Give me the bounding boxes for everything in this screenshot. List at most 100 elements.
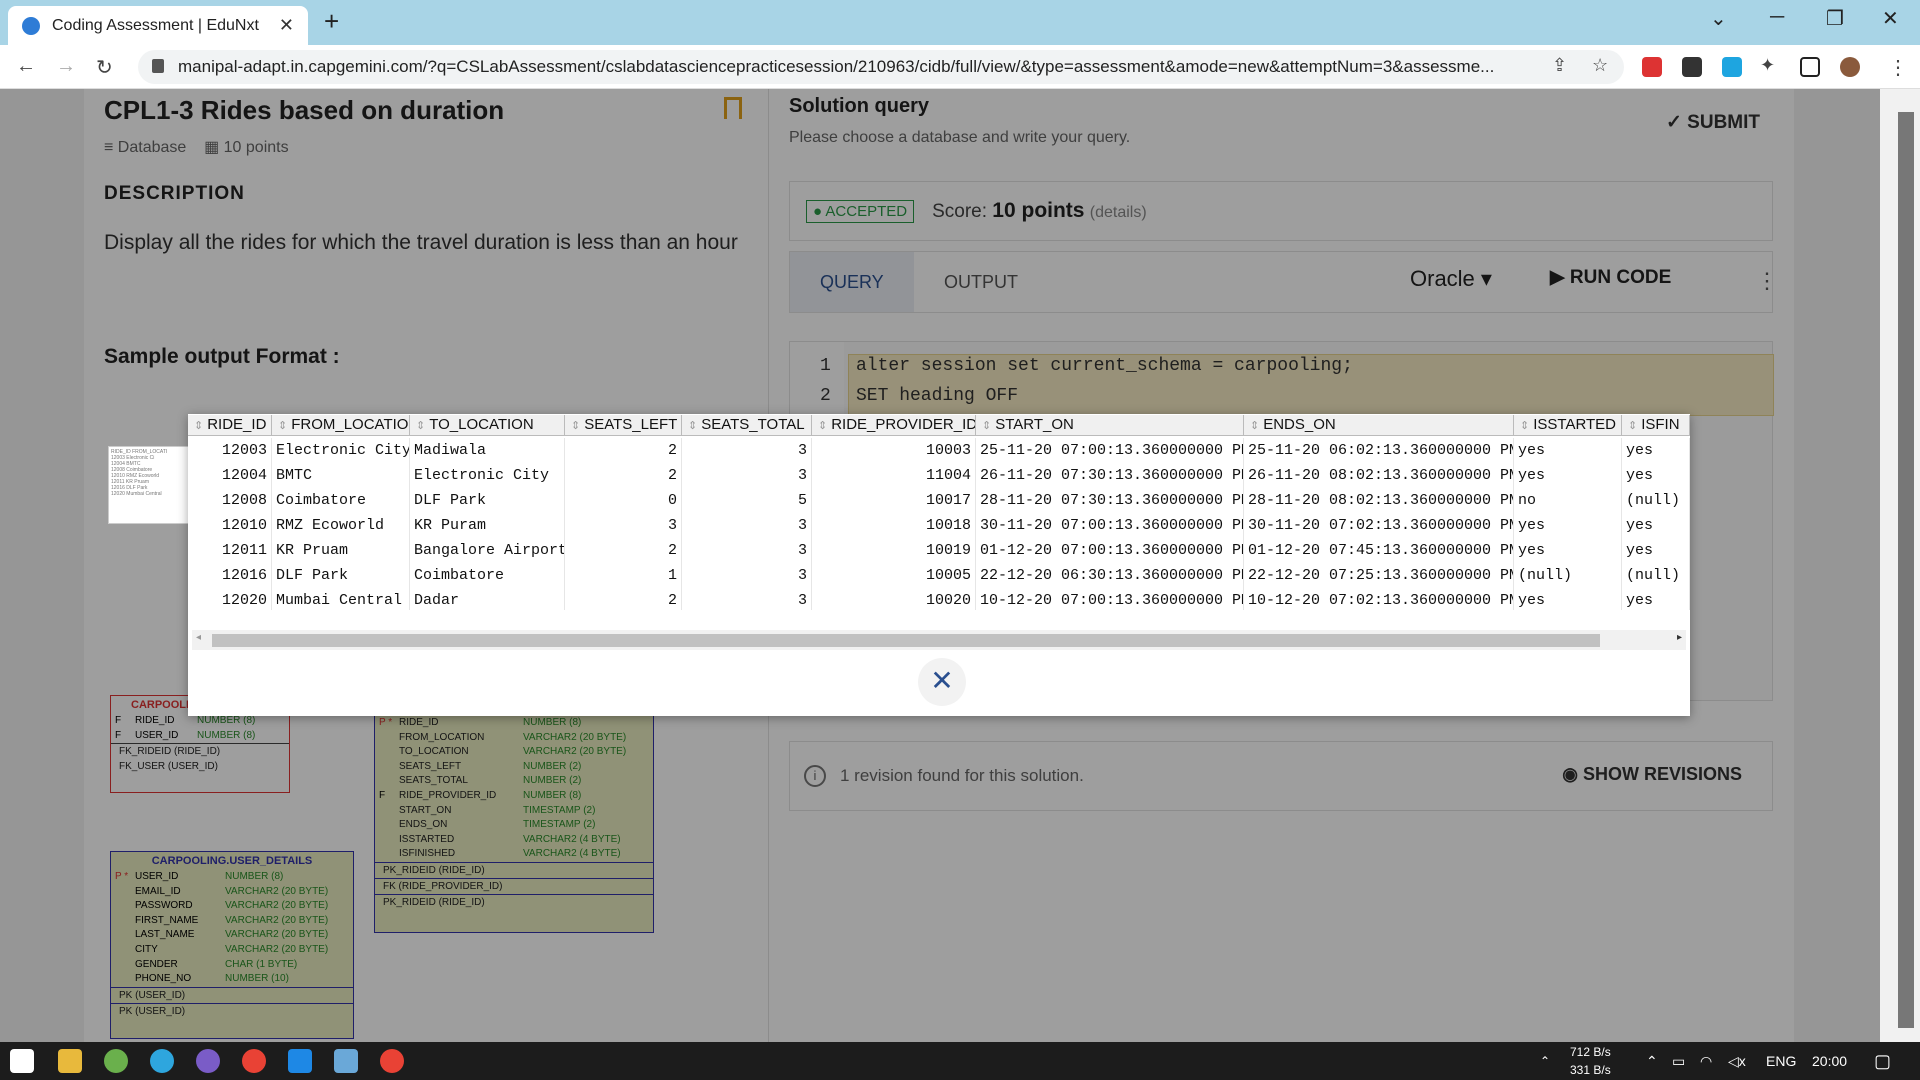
reload-icon[interactable]: ↻ bbox=[96, 55, 113, 80]
chrome-active-icon[interactable] bbox=[380, 1049, 404, 1073]
app-icon[interactable] bbox=[334, 1049, 358, 1073]
table-cell[interactable]: 12011 bbox=[188, 538, 272, 563]
table-cell[interactable]: no bbox=[1514, 488, 1622, 513]
page-scroll-thumb[interactable] bbox=[1898, 112, 1914, 1028]
table-cell[interactable]: Electronic City bbox=[272, 438, 410, 463]
table-cell[interactable]: Mumbai Central bbox=[272, 588, 410, 610]
share-icon[interactable]: ⇪ bbox=[1552, 55, 1567, 76]
close-icon[interactable]: ✕ bbox=[918, 658, 966, 706]
column-header[interactable]: SEATS_TOTAL bbox=[682, 415, 812, 436]
table-cell[interactable]: KR Pruam bbox=[272, 538, 410, 563]
pocket-extension-icon[interactable] bbox=[1642, 57, 1662, 77]
table-cell[interactable]: 12010 bbox=[188, 513, 272, 538]
language-indicator[interactable]: ENG bbox=[1766, 1042, 1796, 1080]
table-cell[interactable]: 28-11-20 07:30:13.360000000 PM bbox=[976, 488, 1244, 513]
table-cell[interactable]: DLF Park bbox=[410, 488, 565, 513]
table-cell[interactable]: 28-11-20 08:02:13.360000000 PM bbox=[1244, 488, 1514, 513]
url-field[interactable]: manipal-adapt.in.capgemini.com/?q=CSLabA… bbox=[138, 50, 1624, 84]
show-hidden-icon[interactable]: ⌃ bbox=[1646, 1042, 1658, 1080]
table-cell[interactable]: 2 bbox=[565, 588, 682, 610]
horizontal-scroll-thumb[interactable] bbox=[212, 634, 1600, 647]
table-cell[interactable]: KR Puram bbox=[410, 513, 565, 538]
table-cell[interactable]: 3 bbox=[565, 513, 682, 538]
volume-icon[interactable]: ◁x bbox=[1728, 1042, 1746, 1080]
table-cell[interactable]: 25-11-20 07:00:13.360000000 PM bbox=[976, 438, 1244, 463]
file-explorer-icon[interactable] bbox=[58, 1049, 82, 1073]
table-cell[interactable]: 10017 bbox=[812, 488, 976, 513]
column-header[interactable]: FROM_LOCATION bbox=[272, 415, 410, 436]
column-header[interactable]: ENDS_ON bbox=[1244, 415, 1514, 436]
clock[interactable]: 20:00 bbox=[1812, 1042, 1847, 1080]
battery-icon[interactable]: ▭ bbox=[1672, 1042, 1685, 1080]
table-cell[interactable]: 12020 bbox=[188, 588, 272, 610]
table-cell[interactable]: (null) bbox=[1622, 488, 1690, 513]
table-cell[interactable]: Electronic City bbox=[410, 463, 565, 488]
back-icon[interactable]: ← bbox=[16, 55, 36, 78]
vscode-icon[interactable] bbox=[288, 1049, 312, 1073]
table-cell[interactable]: 01-12-20 07:45:13.360000000 PM bbox=[1244, 538, 1514, 563]
table-cell[interactable]: yes bbox=[1622, 513, 1690, 538]
table-cell[interactable]: 3 bbox=[682, 538, 812, 563]
tab-search-icon[interactable]: ⌄ bbox=[1710, 6, 1727, 31]
windows-start-icon[interactable] bbox=[10, 1049, 34, 1073]
table-cell[interactable]: (null) bbox=[1622, 563, 1690, 588]
table-cell[interactable]: (null) bbox=[1514, 563, 1622, 588]
table-cell[interactable]: Madiwala bbox=[410, 438, 565, 463]
profile-avatar[interactable] bbox=[1840, 57, 1860, 77]
column-header[interactable]: ISSTARTED bbox=[1514, 415, 1622, 436]
telegram-icon[interactable] bbox=[150, 1049, 174, 1073]
table-cell[interactable]: yes bbox=[1622, 538, 1690, 563]
table-cell[interactable]: 0 bbox=[565, 488, 682, 513]
table-cell[interactable]: 30-11-20 07:02:13.360000000 PM bbox=[1244, 513, 1514, 538]
table-cell[interactable]: 3 bbox=[682, 513, 812, 538]
table-cell[interactable]: yes bbox=[1514, 538, 1622, 563]
scroll-right-icon[interactable]: ▸ bbox=[1677, 632, 1682, 643]
star-icon[interactable]: ☆ bbox=[1592, 55, 1608, 76]
table-cell[interactable]: 5 bbox=[682, 488, 812, 513]
table-cell[interactable]: 12003 bbox=[188, 438, 272, 463]
table-cell[interactable]: 10020 bbox=[812, 588, 976, 610]
column-header[interactable]: RIDE_ID bbox=[188, 415, 272, 436]
column-header[interactable]: SEATS_LEFT bbox=[565, 415, 682, 436]
app-icon[interactable] bbox=[196, 1049, 220, 1073]
table-cell[interactable]: 10018 bbox=[812, 513, 976, 538]
app-icon[interactable] bbox=[104, 1049, 128, 1073]
table-cell[interactable]: yes bbox=[1622, 588, 1690, 610]
table-cell[interactable]: 3 bbox=[682, 463, 812, 488]
notification-icon[interactable]: ▢ bbox=[1874, 1042, 1891, 1080]
column-header[interactable]: TO_LOCATION bbox=[410, 415, 565, 436]
column-header[interactable]: ISFIN bbox=[1622, 415, 1690, 436]
table-cell[interactable]: 01-12-20 07:00:13.360000000 PM bbox=[976, 538, 1244, 563]
extension-icon[interactable] bbox=[1682, 57, 1702, 77]
table-cell[interactable]: 11004 bbox=[812, 463, 976, 488]
table-cell[interactable]: 3 bbox=[682, 588, 812, 610]
table-cell[interactable]: 22-12-20 07:25:13.360000000 PM bbox=[1244, 563, 1514, 588]
table-cell[interactable]: 10005 bbox=[812, 563, 976, 588]
horizontal-scrollbar[interactable]: ◂ ▸ bbox=[192, 630, 1686, 650]
table-cell[interactable]: Coimbatore bbox=[272, 488, 410, 513]
table-cell[interactable]: 30-11-20 07:00:13.360000000 PM bbox=[976, 513, 1244, 538]
table-cell[interactable]: 1 bbox=[565, 563, 682, 588]
table-cell[interactable]: 3 bbox=[682, 563, 812, 588]
table-cell[interactable]: 10003 bbox=[812, 438, 976, 463]
table-cell[interactable]: Bangalore Airport bbox=[410, 538, 565, 563]
table-cell[interactable]: 10-12-20 07:02:13.360000000 PM bbox=[1244, 588, 1514, 610]
table-cell[interactable]: 22-12-20 06:30:13.360000000 PM bbox=[976, 563, 1244, 588]
new-tab-icon[interactable]: + bbox=[324, 6, 339, 37]
minimize-icon[interactable]: ─ bbox=[1770, 6, 1784, 29]
chrome-icon[interactable] bbox=[242, 1049, 266, 1073]
table-cell[interactable]: Coimbatore bbox=[410, 563, 565, 588]
table-cell[interactable]: yes bbox=[1514, 438, 1622, 463]
wifi-icon[interactable]: ◠ bbox=[1700, 1042, 1712, 1080]
table-cell[interactable]: 26-11-20 07:30:13.360000000 PM bbox=[976, 463, 1244, 488]
table-cell[interactable]: RMZ Ecoworld bbox=[272, 513, 410, 538]
menu-icon[interactable]: ⋮ bbox=[1888, 55, 1908, 80]
column-header[interactable]: START_ON bbox=[976, 415, 1244, 436]
puzzle-extensions-icon[interactable]: ✦ bbox=[1760, 55, 1775, 76]
table-cell[interactable]: yes bbox=[1514, 588, 1622, 610]
table-cell[interactable]: DLF Park bbox=[272, 563, 410, 588]
table-cell[interactable]: 12016 bbox=[188, 563, 272, 588]
s-extension-icon[interactable] bbox=[1722, 57, 1742, 77]
tray-chevron-icon[interactable]: ⌃ bbox=[1540, 1042, 1550, 1080]
table-cell[interactable]: 2 bbox=[565, 463, 682, 488]
